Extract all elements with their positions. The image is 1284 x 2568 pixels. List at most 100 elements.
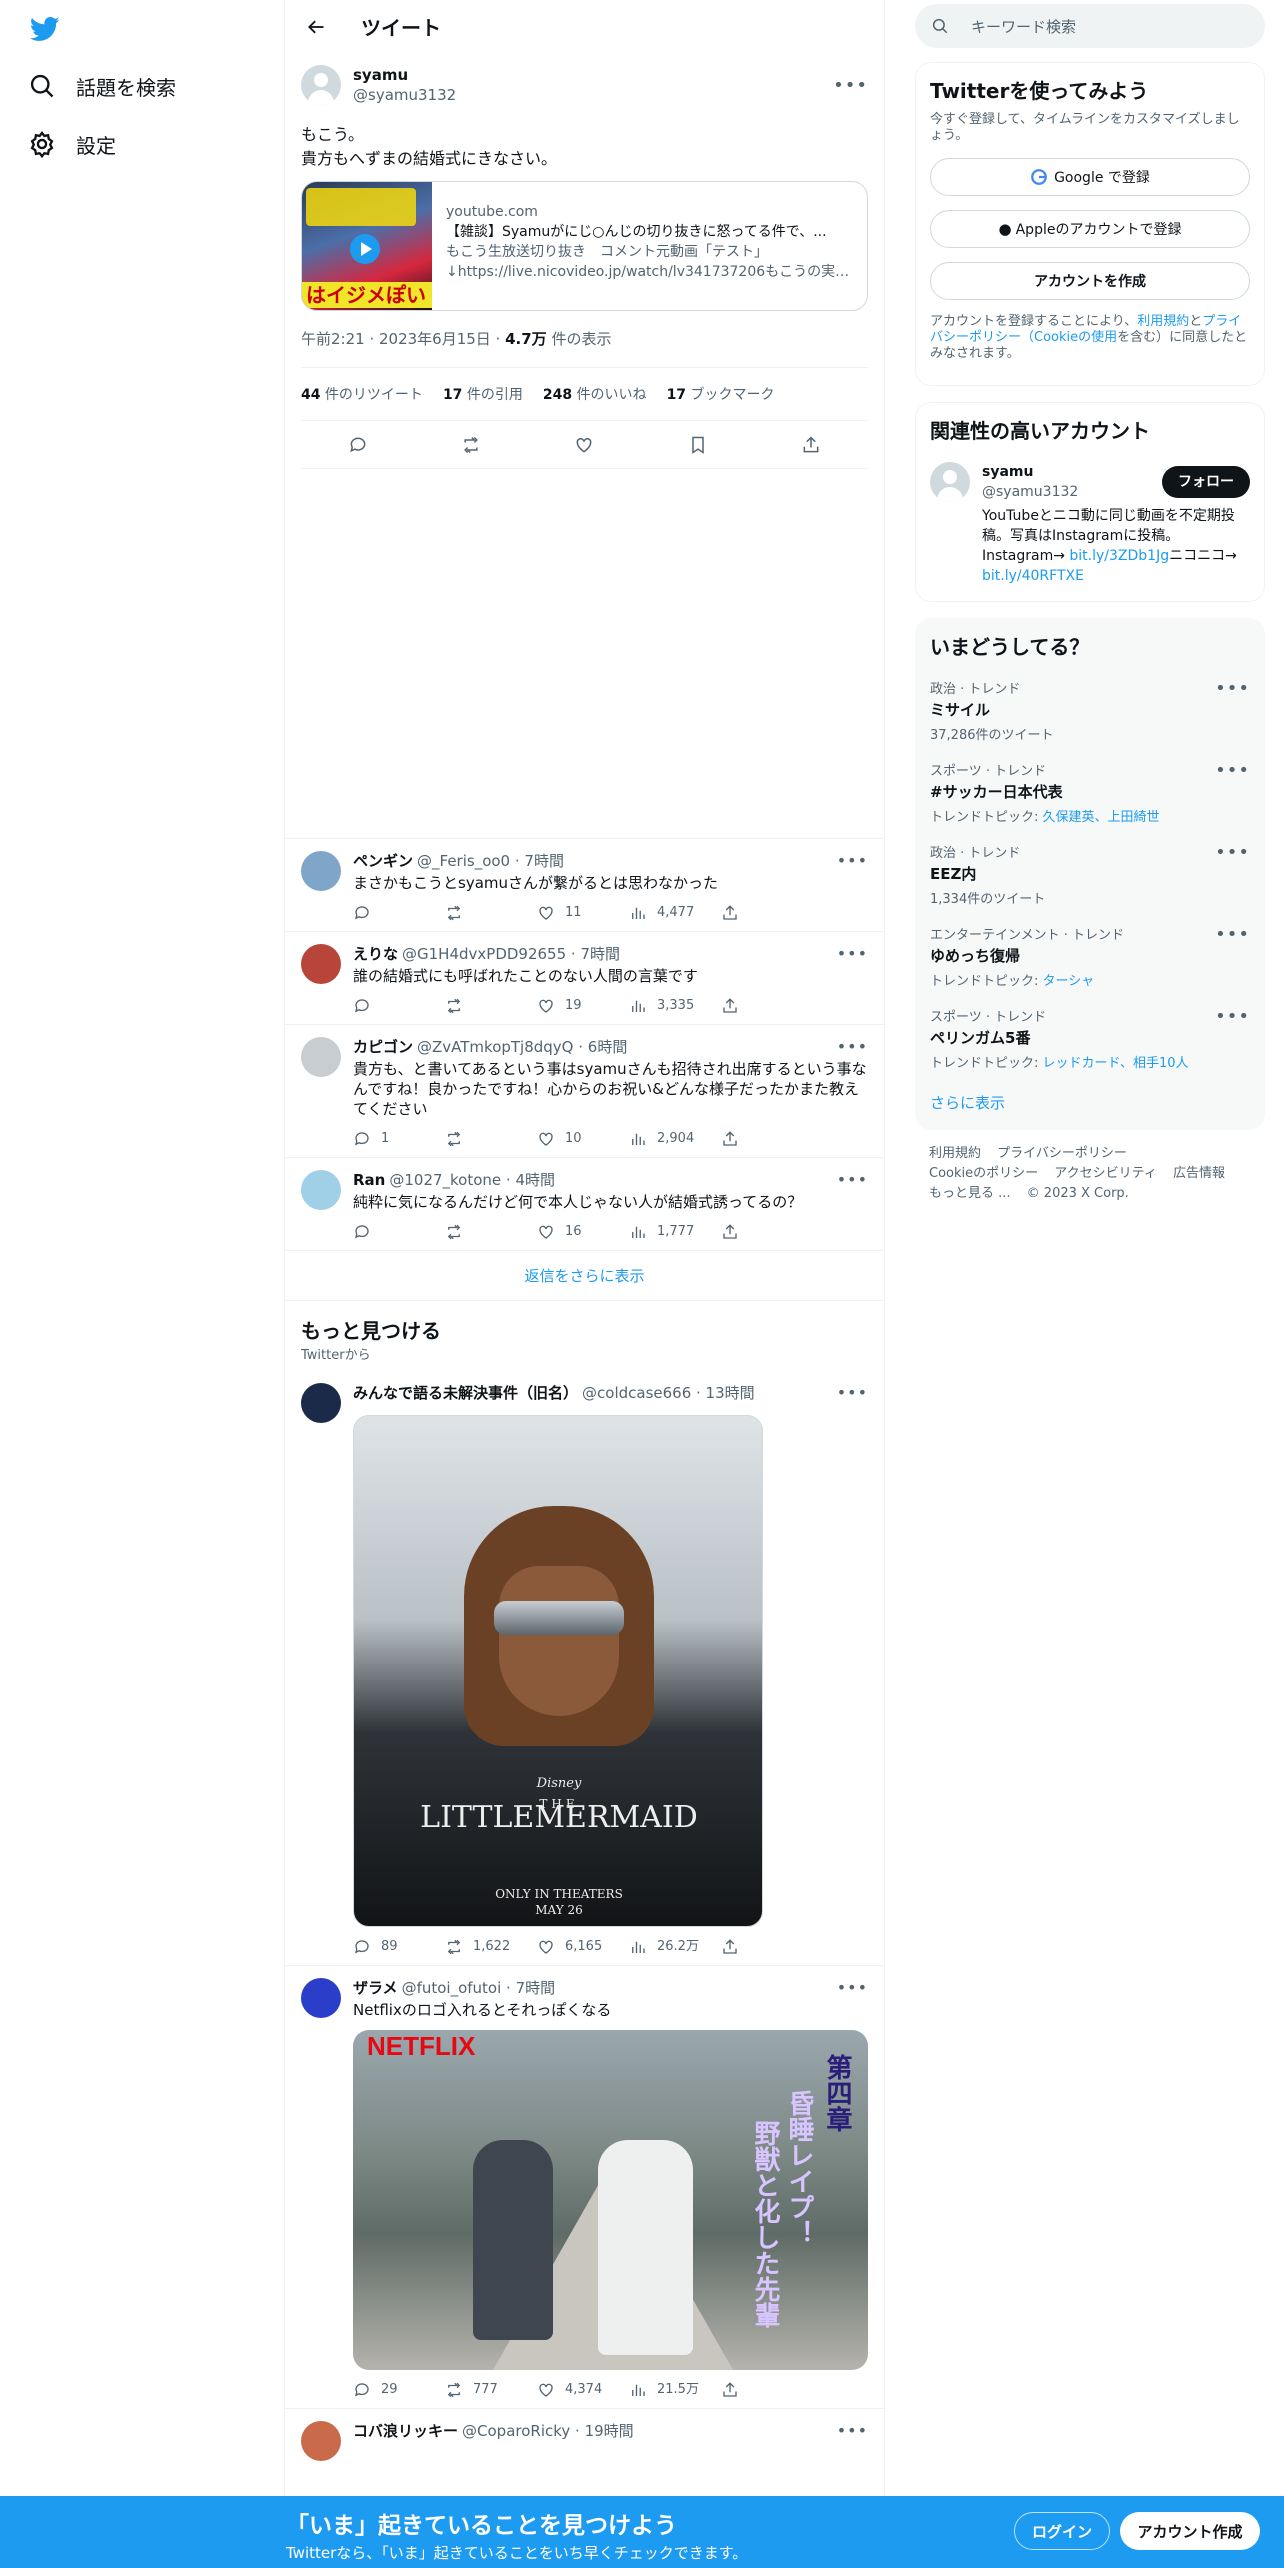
bio-link[interactable]: bit.ly/3ZDb1Jg (1069, 548, 1169, 564)
trend-topics-link[interactable]: ターシャ (1043, 974, 1095, 989)
retweet-button[interactable] (445, 997, 537, 1015)
reply-icon[interactable] (348, 435, 368, 455)
avatar[interactable] (301, 65, 341, 105)
avatar[interactable] (301, 1037, 341, 1077)
avatar[interactable] (930, 462, 970, 502)
share-button[interactable] (721, 904, 813, 922)
quotes-stat[interactable]: 17 件の引用 (443, 384, 523, 404)
author-name[interactable]: ザラメ (353, 1978, 398, 1998)
discover-tweet[interactable]: ザラメ @futoi_ofutoi · 7時間 ••• Netflixのロゴ入れ… (285, 1966, 884, 2409)
related-account[interactable]: syamu @syamu3132 フォロー YouTubeとニコ動に同じ動画を不… (930, 462, 1250, 586)
trend-item[interactable]: エンターテインメント · トレンド ゆめっち復帰 トレンドトピック: ターシャ … (930, 924, 1250, 1006)
related-name[interactable]: syamu (982, 462, 1078, 482)
twitter-logo-icon[interactable] (28, 14, 62, 44)
more-options-icon[interactable]: ••• (837, 944, 868, 964)
author-name[interactable]: ペンギン (353, 851, 413, 871)
reply-button[interactable]: 89 (353, 1937, 445, 1957)
related-handle[interactable]: @syamu3132 (982, 482, 1078, 502)
terms-link[interactable]: 利用規約 (1137, 314, 1189, 329)
reply-button[interactable]: 29 (353, 2380, 445, 2400)
avatar[interactable] (301, 1170, 341, 1210)
tweet-time[interactable]: 午前2:21 · 2023年6月15日 · (301, 330, 505, 348)
footer-ads-link[interactable]: 広告情報 (1173, 1166, 1225, 1181)
likes-stat[interactable]: 248 件のいいね (543, 384, 647, 404)
show-more-replies-link[interactable]: 返信をさらに表示 (285, 1251, 884, 1301)
create-account-button[interactable]: アカウントを作成 (930, 262, 1250, 300)
trend-title[interactable]: #サッカー日本代表 (930, 781, 1250, 802)
retweet-button[interactable] (445, 904, 537, 922)
signup-button[interactable]: アカウント作成 (1120, 2512, 1260, 2550)
author-name[interactable]: syamu (353, 65, 456, 85)
tweet-image[interactable]: Disney THE LITTLEMERMAID ONLY IN THEATER… (353, 1415, 763, 1927)
views-button[interactable]: 26.2万 (629, 1937, 721, 1957)
more-options-icon[interactable]: ••• (1215, 678, 1250, 699)
author-name[interactable]: Ran (353, 1170, 385, 1190)
trend-item[interactable]: 政治 · トレンド EEZ内 1,334件のツイート ••• (930, 842, 1250, 924)
avatar[interactable] (301, 2421, 341, 2461)
discover-tweet[interactable]: コバ浪リッキー @CoparoRicky · 19時間 ••• (285, 2409, 884, 2469)
trend-topics-link[interactable]: レッドカード、相手10人 (1043, 1056, 1189, 1071)
link-card[interactable]: はイジメぽい youtube.com 【雑談】Syamuがにじ○んじの切り抜きに… (301, 181, 868, 311)
trend-title[interactable]: ミサイル (930, 699, 1250, 720)
like-button[interactable]: 11 (537, 903, 629, 923)
author-name[interactable]: カピゴン (353, 1037, 413, 1057)
more-options-icon[interactable]: ••• (837, 1383, 868, 1403)
reply-tweet[interactable]: カピゴン @ZvATmkopTj8dqyQ · 6時間 ••• 貴方も、と書いて… (285, 1025, 884, 1158)
google-signup-button[interactable]: Google で登録 (930, 158, 1250, 196)
retweets-stat[interactable]: 44 件のリツイート (301, 384, 423, 404)
trend-item[interactable]: スポーツ · トレンド #サッカー日本代表 トレンドトピック: 久保建英、上田綺… (930, 760, 1250, 842)
reply-button[interactable] (353, 997, 445, 1015)
like-button[interactable]: 6,165 (537, 1937, 629, 1957)
avatar[interactable] (301, 1383, 341, 1423)
reply-tweet[interactable]: ペンギン @_Feris_oo0 · 7時間 ••• まさかもこうとsyamuさ… (285, 839, 884, 932)
author-handle[interactable]: @coldcase666 · 13時間 (582, 1383, 755, 1403)
trend-title[interactable]: ゆめっち復帰 (930, 945, 1250, 966)
reply-button[interactable] (353, 904, 445, 922)
more-options-icon[interactable]: ••• (837, 1037, 868, 1057)
author-handle[interactable]: @futoi_ofutoi · 7時間 (402, 1978, 556, 1998)
share-button[interactable] (721, 1130, 813, 1148)
discover-tweet[interactable]: みんなで語る未解決事件（旧名） @coldcase666 · 13時間 ••• … (285, 1371, 884, 1966)
search-input[interactable]: キーワード検索 (915, 4, 1265, 48)
trends-show-more-link[interactable]: さらに表示 (930, 1092, 1250, 1113)
follow-button[interactable]: フォロー (1162, 466, 1250, 498)
author-handle[interactable]: @ZvATmkopTj8dqyQ · 6時間 (417, 1037, 627, 1057)
footer-terms-link[interactable]: 利用規約 (929, 1146, 981, 1161)
share-button[interactable] (721, 1938, 813, 1956)
footer-accessibility-link[interactable]: アクセシビリティ (1054, 1166, 1157, 1181)
more-options-icon[interactable]: ••• (1215, 760, 1250, 781)
share-button[interactable] (721, 2381, 813, 2399)
author-handle[interactable]: @1027_kotone · 4時間 (389, 1170, 555, 1190)
like-button[interactable]: 16 (537, 1222, 629, 1242)
avatar[interactable] (301, 944, 341, 984)
views-button[interactable]: 1,777 (629, 1222, 721, 1242)
author-handle[interactable]: @CoparoRicky · 19時間 (462, 2421, 634, 2441)
author-handle[interactable]: @G1H4dvxPDD92655 · 7時間 (402, 944, 620, 964)
trend-item[interactable]: スポーツ · トレンド ペリンガム5番 トレンドトピック: レッドカード、相手1… (930, 1006, 1250, 1088)
author-name[interactable]: コバ浪リッキー (353, 2421, 458, 2441)
more-options-icon[interactable]: ••• (1215, 1006, 1250, 1027)
reply-button[interactable] (353, 1223, 445, 1241)
apple-signup-button[interactable]: ● Appleのアカウントで登録 (930, 210, 1250, 248)
bookmarks-stat[interactable]: 17 ブックマーク (667, 384, 775, 404)
footer-more-link[interactable]: もっと見る ... (929, 1186, 1011, 1201)
retweet-icon[interactable] (461, 435, 481, 455)
share-button[interactable] (721, 997, 813, 1015)
trend-item[interactable]: 政治 · トレンド ミサイル 37,286件のツイート ••• (930, 678, 1250, 760)
more-options-icon[interactable]: ••• (837, 1170, 868, 1190)
back-button[interactable] (301, 12, 331, 42)
author-handle[interactable]: @_Feris_oo0 · 7時間 (417, 851, 564, 871)
footer-cookie-link[interactable]: Cookieのポリシー (929, 1166, 1038, 1181)
trend-title[interactable]: ペリンガム5番 (930, 1027, 1250, 1048)
login-button[interactable]: ログイン (1014, 2512, 1110, 2550)
views-button[interactable]: 2,904 (629, 1129, 721, 1149)
retweet-button[interactable]: 1,622 (445, 1937, 537, 1957)
retweet-button[interactable]: 777 (445, 2380, 537, 2400)
views-button[interactable]: 3,335 (629, 996, 721, 1016)
bio-link[interactable]: bit.ly/40RFTXE (982, 568, 1084, 584)
like-button[interactable]: 4,374 (537, 2380, 629, 2400)
retweet-button[interactable] (445, 1130, 537, 1148)
like-button[interactable]: 10 (537, 1129, 629, 1149)
reply-tweet[interactable]: えりな @G1H4dvxPDD92655 · 7時間 ••• 誰の結婚式にも呼ば… (285, 932, 884, 1025)
avatar[interactable] (301, 851, 341, 891)
